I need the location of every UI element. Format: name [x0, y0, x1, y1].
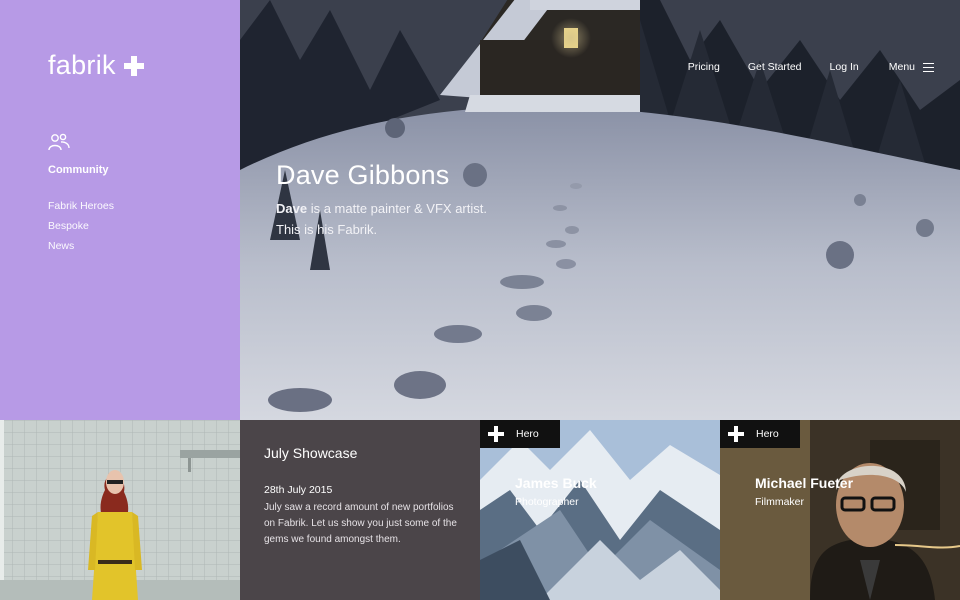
menu-label: Menu: [888, 61, 915, 73]
portrait-photo: [0, 420, 240, 600]
sidebar-item-news[interactable]: News: [48, 236, 114, 256]
sidebar: fabrik Community Fabrik Heroes Bespoke N…: [0, 0, 240, 420]
plus-icon: [123, 55, 144, 76]
showcase-title[interactable]: July Showcase: [264, 445, 357, 461]
nav-pricing-link[interactable]: Pricing: [688, 61, 720, 73]
hero-description: Dave is a matte painter & VFX artist. Th…: [276, 198, 487, 240]
showcase-date: 28th July 2015: [264, 484, 333, 496]
hero-desc-line2: This is his Fabrik.: [276, 222, 378, 237]
nav-get-started-link[interactable]: Get Started: [748, 61, 802, 73]
july-showcase-tile[interactable]: July Showcase 28th July 2015 July saw a …: [240, 420, 480, 600]
hero-desc-text: is a matte painter & VFX artist.: [307, 201, 487, 216]
community-icon: [48, 133, 70, 151]
hero-tag-label: Hero: [756, 428, 779, 440]
logo[interactable]: fabrik: [48, 50, 144, 81]
hero-banner: Pricing Get Started Log In Menu Dave Gib…: [240, 0, 960, 420]
sidebar-item-fabrik-heroes[interactable]: Fabrik Heroes: [48, 196, 114, 216]
person-name[interactable]: Michael Fueter: [755, 475, 853, 491]
top-nav: Pricing Get Started Log In Menu: [660, 61, 934, 73]
menu-button[interactable]: Menu: [889, 61, 934, 73]
showcase-body: July saw a record amount of new portfoli…: [264, 502, 457, 545]
nav-log-in-link[interactable]: Log In: [830, 61, 859, 73]
sidebar-item-bespoke[interactable]: Bespoke: [48, 216, 114, 236]
person-role: Photographer: [515, 496, 579, 508]
hero-tag: Hero: [480, 420, 560, 448]
hero-card-michael-fueter[interactable]: Hero Michael Fueter Filmmaker: [720, 420, 960, 600]
plus-icon: [728, 426, 744, 442]
hero-tag: Hero: [720, 420, 800, 448]
hero-title[interactable]: Dave Gibbons: [276, 160, 450, 191]
person-role: Filmmaker: [755, 496, 804, 508]
plus-icon: [488, 426, 504, 442]
portrait-photo-tile[interactable]: [0, 420, 240, 600]
hamburger-icon: [923, 62, 934, 72]
logo-text: fabrik: [48, 50, 116, 80]
community-label[interactable]: Community: [48, 164, 109, 176]
hero-tag-label: Hero: [516, 428, 539, 440]
hero-card-james-buck[interactable]: Hero James Buck Photographer: [480, 420, 720, 600]
person-name[interactable]: James Buck: [515, 475, 597, 491]
sidebar-nav: Fabrik Heroes Bespoke News: [48, 196, 114, 256]
hero-desc-name: Dave: [276, 201, 308, 216]
